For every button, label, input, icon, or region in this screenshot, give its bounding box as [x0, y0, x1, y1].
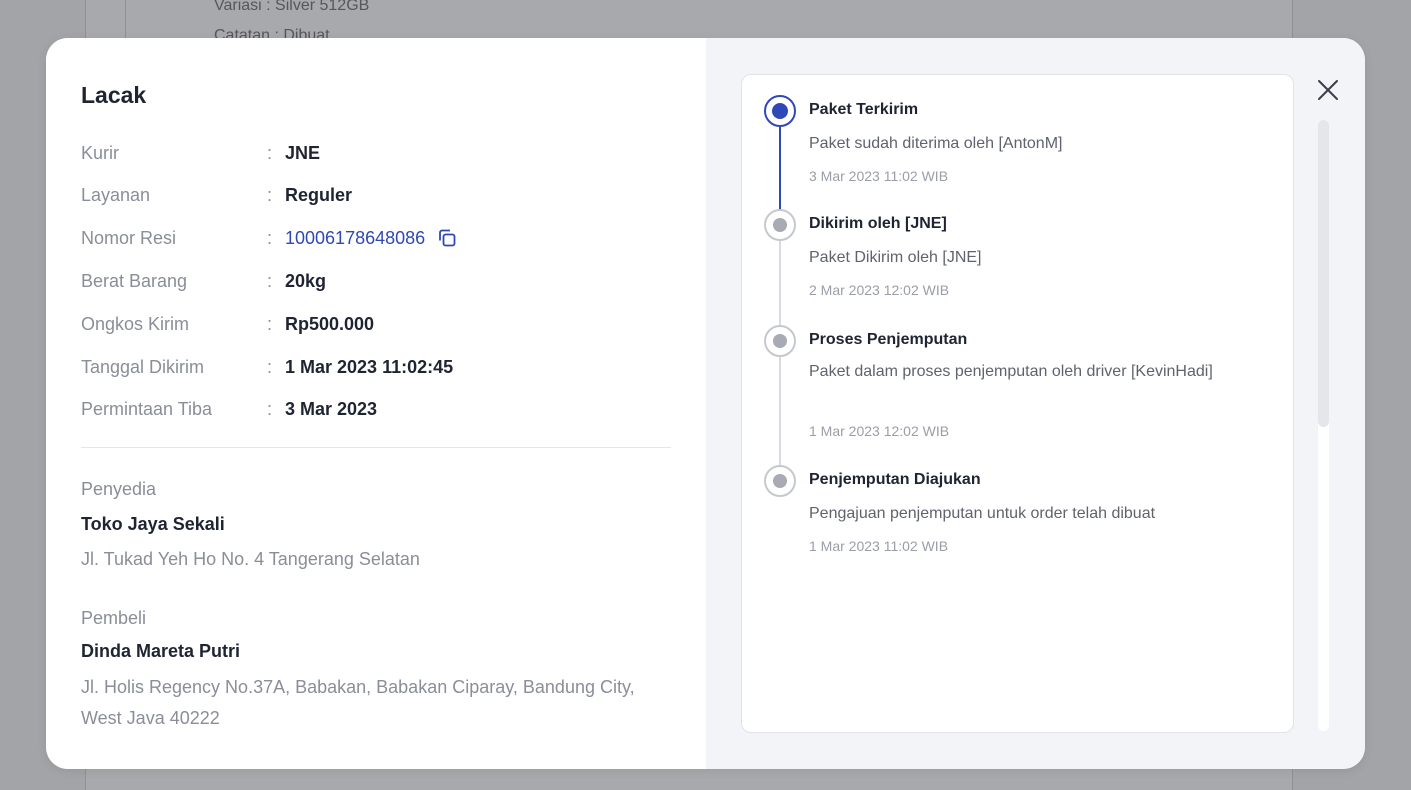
detail-row-ship-date: Tanggal Dikirim : 1 Mar 2023 11:02:45 [81, 352, 453, 382]
detail-colon: : [267, 356, 273, 377]
detail-label: Berat Barang [81, 270, 188, 291]
detail-value-receipt-number[interactable]: 10006178648086 [285, 228, 457, 249]
timeline-step-time: 1 Mar 2023 11:02 WIB [809, 538, 949, 554]
timeline-step-marker [764, 465, 796, 497]
timeline-step-description: Paket sudah diterima oleh [AntonM] [809, 135, 1063, 152]
detail-value-courier: JNE [285, 142, 321, 163]
buyer-label: Pembeli [81, 608, 147, 628]
timeline-connector [779, 356, 781, 480]
detail-row-courier: Kurir : JNE [81, 138, 320, 168]
timeline-step-description: Paket dalam proses penjemputan oleh driv… [809, 363, 1213, 380]
provider-label: Penyedia [81, 479, 157, 499]
detail-label: Nomor Resi [81, 227, 177, 248]
detail-colon: : [267, 142, 273, 163]
detail-value-ship-date: 1 Mar 2023 11:02:45 [285, 356, 454, 377]
detail-label: Permintaan Tiba [81, 398, 213, 419]
detail-value-weight: 20kg [285, 270, 327, 291]
buyer-name: Dinda Mareta Putri [81, 641, 241, 661]
timeline-step-time: 1 Mar 2023 12:02 WIB [809, 423, 950, 439]
tracking-modal: Lacak Kurir : JNE Layanan : Reguler Nomo… [46, 38, 1365, 769]
timeline-step-marker [764, 325, 796, 357]
provider-name: Toko Jaya Sekali [81, 514, 225, 534]
close-icon[interactable] [1314, 76, 1342, 104]
detail-value-requested-arrival: 3 Mar 2023 [285, 398, 378, 419]
timeline-step-title: Paket Terkirim [809, 101, 919, 118]
divider [81, 447, 671, 448]
detail-colon: : [267, 398, 273, 419]
detail-value-shipping-cost: Rp500.000 [285, 313, 375, 334]
timeline-step-marker [764, 209, 796, 241]
timeline-step-title: Proses Penjemputan [809, 331, 968, 348]
detail-label: Ongkos Kirim [81, 313, 190, 334]
detail-colon: : [267, 313, 273, 334]
detail-value-service: Reguler [285, 184, 353, 205]
background-text-variasi: Variasi : Silver 512GB [214, 0, 370, 14]
timeline-step-marker-active [764, 95, 796, 127]
timeline-step-title: Dikirim oleh [JNE] [809, 215, 947, 232]
detail-colon: : [267, 227, 273, 248]
timeline-step-description: Pengajuan penjemputan untuk order telah … [809, 505, 1156, 522]
timeline-step-title: Penjemputan Diajukan [809, 471, 981, 488]
shipment-details-pane: Lacak Kurir : JNE Layanan : Reguler Nomo… [46, 38, 706, 769]
timeline-card[interactable]: Paket Terkirim Paket sudah diterima oleh… [741, 74, 1294, 733]
detail-row-service: Layanan : Reguler [81, 180, 352, 210]
scrollbar-thumb[interactable] [1318, 120, 1329, 427]
detail-row-shipping-cost: Ongkos Kirim : Rp500.000 [81, 309, 374, 339]
timeline-step-time: 3 Mar 2023 11:02 WIB [809, 168, 949, 184]
copy-icon[interactable] [437, 228, 457, 248]
timeline-step-time: 2 Mar 2023 12:02 WIB [809, 282, 950, 298]
tracking-timeline-pane: Paket Terkirim Paket sudah diterima oleh… [706, 38, 1365, 769]
detail-row-weight: Berat Barang : 20kg [81, 266, 326, 296]
receipt-number-text[interactable]: 10006178648086 [285, 228, 425, 249]
detail-label: Layanan [81, 184, 151, 205]
provider-address: Jl. Tukad Yeh Ho No. 4 Tangerang Selatan [81, 549, 420, 569]
modal-title: Lacak [81, 82, 147, 108]
detail-colon: : [267, 184, 273, 205]
detail-colon: : [267, 270, 273, 291]
detail-label: Kurir [81, 142, 120, 163]
close-button[interactable] [1314, 76, 1342, 104]
detail-label: Tanggal Dikirim [81, 356, 205, 377]
detail-row-receipt-number: Nomor Resi : 10006178648086 [81, 223, 457, 253]
buyer-address: Jl. Holis Regency No.37A, Babakan, Babak… [81, 677, 635, 728]
timeline-connector [779, 240, 781, 333]
timeline-step-description: Paket Dikirim oleh [JNE] [809, 249, 982, 266]
detail-row-requested-arrival: Permintaan Tiba : 3 Mar 2023 [81, 394, 377, 424]
